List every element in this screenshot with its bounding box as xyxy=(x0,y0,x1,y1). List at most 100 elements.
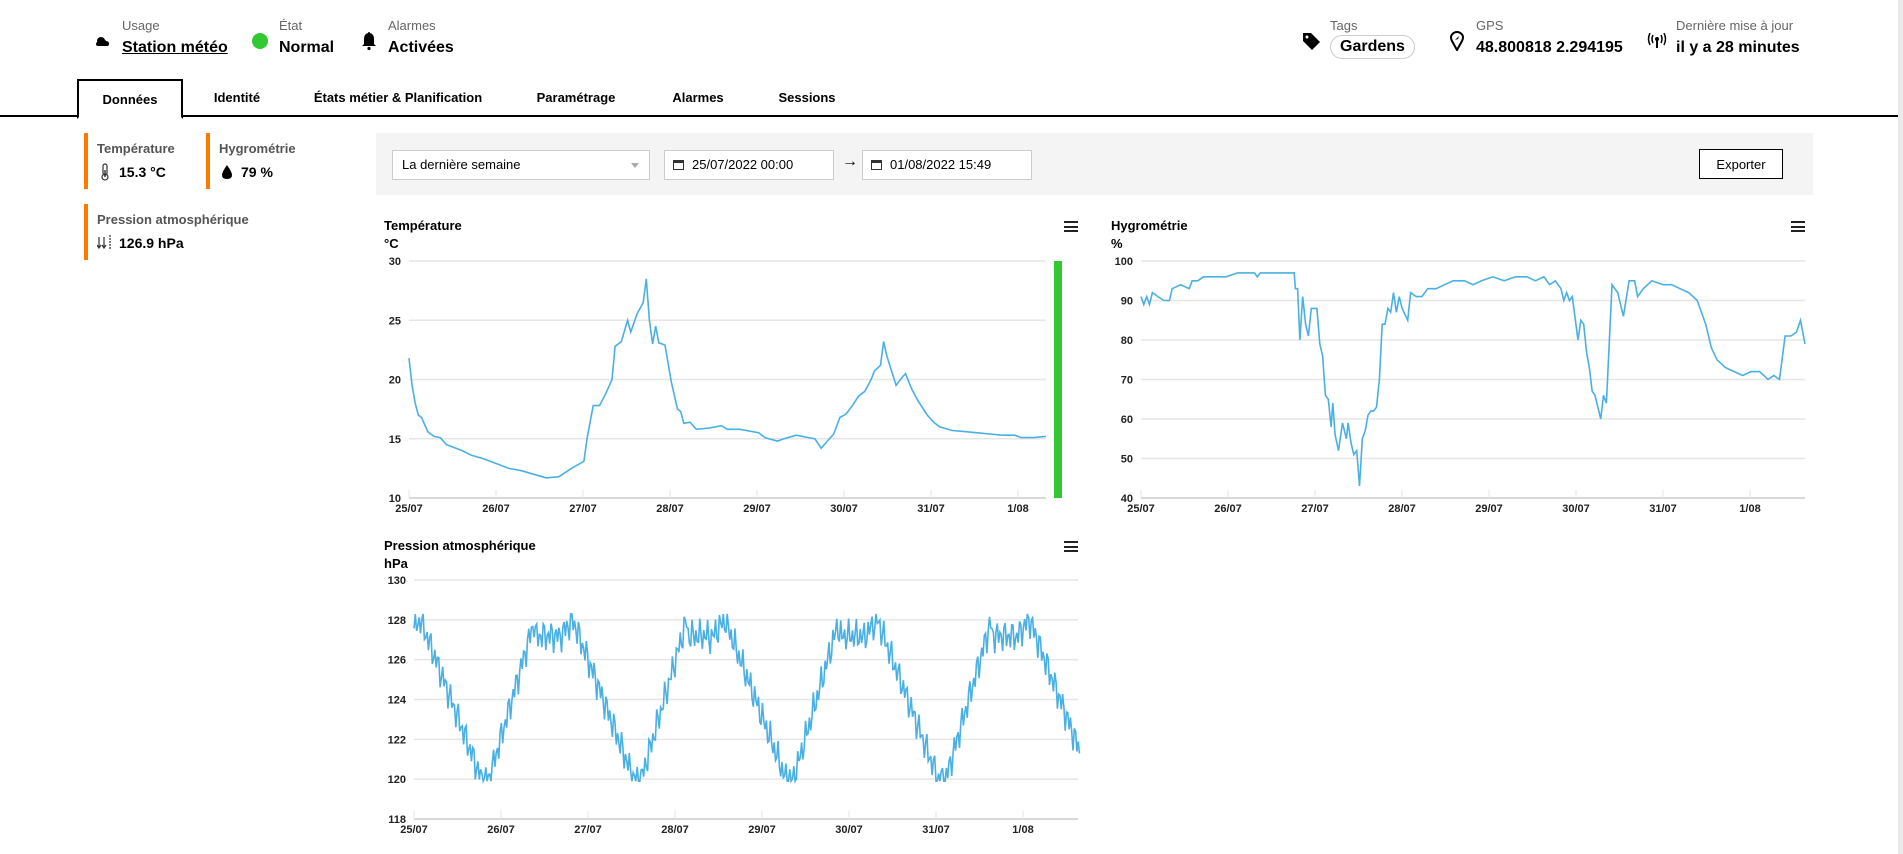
status-dot-icon xyxy=(249,30,271,52)
weather-cloud-icon xyxy=(92,30,114,52)
y-tick-label: 124 xyxy=(388,695,407,707)
usage-label: Usage xyxy=(122,18,160,33)
header-gps: GPS 48.800818 2.294195 xyxy=(1446,18,1623,59)
tab-alarmes[interactable]: Alarmes xyxy=(664,79,732,117)
antenna-icon xyxy=(1646,30,1668,52)
alarms-value: Activées xyxy=(388,39,454,56)
end-date-input[interactable]: 01/08/2022 15:49 xyxy=(862,150,1032,180)
kpi-hygrometrie: Hygrométrie 79 % xyxy=(206,133,306,189)
status-bar xyxy=(1054,261,1062,498)
y-tick-label: 128 xyxy=(388,615,406,627)
last-update-label: Dernière mise à jour xyxy=(1676,18,1794,33)
kpi-pression: Pression atmosphérique 126.9 hPa xyxy=(84,204,284,260)
end-date-value: 01/08/2022 15:49 xyxy=(890,157,992,172)
data-series-line xyxy=(413,613,1081,784)
state-value: Normal xyxy=(279,39,335,56)
x-tick-label: 26/07 xyxy=(482,503,510,515)
pression-chart: Pression atmosphérique hPa 118 120 122 124 1… xyxy=(384,538,1084,848)
y-tick-label: 20 xyxy=(389,375,401,387)
y-tick-label: 15 xyxy=(389,434,401,446)
x-tick-label: 31/07 xyxy=(1649,503,1677,515)
last-update-value: il y a 28 minutes xyxy=(1676,39,1800,56)
arrow-right-icon: → xyxy=(842,153,858,170)
y-tick-label: 60 xyxy=(1121,414,1133,426)
drop-icon xyxy=(219,163,235,181)
bell-icon xyxy=(358,30,380,52)
x-tick-label: 30/07 xyxy=(1562,503,1590,515)
calendar-icon xyxy=(673,160,684,170)
x-tick-label: 29/07 xyxy=(743,503,771,515)
x-tick-label: 29/07 xyxy=(1475,503,1503,515)
y-tick-label: 90 xyxy=(1121,296,1133,308)
pressure-icon xyxy=(97,234,113,252)
tab-etats-metier-planification[interactable]: États métier & Planification xyxy=(306,79,490,117)
kpi-pression-value: 126.9 hPa xyxy=(119,235,184,251)
map-pin-icon xyxy=(1446,30,1468,52)
header-usage: Usage Station météo xyxy=(92,18,228,59)
x-tick-label: 25/07 xyxy=(400,824,428,836)
hygrometrie-chart: Hygrométrie % 40 50 60 70 80 90 100 25/07 26/07 2… xyxy=(1111,218,1811,518)
temperature-plot: 101520253025/07 26/07 27/07 28/07 29/07 30/07… xyxy=(389,256,1062,515)
x-tick-label: 1/08 xyxy=(1739,503,1760,515)
header-last-update: Dernière mise à jour il y a 28 minutes xyxy=(1646,18,1800,59)
data-series-line xyxy=(408,278,1047,479)
gps-value: 48.800818 2.294195 xyxy=(1476,39,1623,56)
export-button[interactable]: Exporter xyxy=(1699,149,1783,179)
x-tick-label: 31/07 xyxy=(917,503,945,515)
y-tick-label: 122 xyxy=(388,734,406,746)
y-tick-label: 120 xyxy=(388,774,406,786)
y-tick-label: 80 xyxy=(1121,335,1133,347)
kpi-temperature-label: Température xyxy=(97,141,175,156)
pression-plot: 11812012212412612813025/07 26/07 27/07 28/0… xyxy=(388,575,1081,836)
x-tick-label: 27/07 xyxy=(574,824,602,836)
x-tick-label: 28/07 xyxy=(661,824,689,836)
tab-bar: Données Identité États métier & Planific… xyxy=(0,79,1898,119)
header-state: État Normal xyxy=(249,18,334,59)
state-label: État xyxy=(279,18,303,33)
kpi-hygrometrie-label: Hygrométrie xyxy=(219,141,296,156)
calendar-icon xyxy=(871,160,882,170)
y-tick-label: 30 xyxy=(389,256,401,268)
tags-label: Tags xyxy=(1330,18,1358,33)
header-alarms: Alarmes Activées xyxy=(358,18,454,59)
x-tick-label: 28/07 xyxy=(1388,503,1416,515)
y-tick-label: 130 xyxy=(388,575,406,587)
x-tick-label: 30/07 xyxy=(835,824,863,836)
tab-parametrage[interactable]: Paramétrage xyxy=(530,79,622,117)
x-tick-label: 25/07 xyxy=(395,503,423,515)
start-date-input[interactable]: 25/07/2022 00:00 xyxy=(664,150,834,180)
x-tick-label: 28/07 xyxy=(656,503,684,515)
x-tick-label: 30/07 xyxy=(830,503,858,515)
tag-icon xyxy=(1300,30,1322,52)
tab-donnees[interactable]: Données xyxy=(77,79,183,119)
y-tick-label: 50 xyxy=(1121,454,1133,466)
kpi-hygrometrie-value: 79 % xyxy=(241,164,273,180)
tab-sessions[interactable]: Sessions xyxy=(774,79,840,117)
period-select-value: La dernière semaine xyxy=(402,157,521,172)
x-tick-label: 31/07 xyxy=(922,824,950,836)
tab-identite[interactable]: Identité xyxy=(202,79,272,117)
y-tick-label: 25 xyxy=(389,315,401,327)
x-tick-label: 26/07 xyxy=(487,824,515,836)
usage-value-link[interactable]: Station météo xyxy=(122,37,228,59)
x-tick-label: 25/07 xyxy=(1127,503,1155,515)
header-tags: Tags Gardens xyxy=(1300,18,1415,59)
x-tick-label: 27/07 xyxy=(569,503,597,515)
gps-label: GPS xyxy=(1476,18,1504,33)
x-tick-label: 1/08 xyxy=(1012,824,1033,836)
temperature-chart: Température °C 10 15 20 25 30 25/07 26/07 27/07… xyxy=(384,218,1084,518)
x-tick-label: 27/07 xyxy=(1301,503,1329,515)
page-scrollbar[interactable] xyxy=(1898,0,1903,854)
kpi-temperature: Température 15.3 °C xyxy=(84,133,202,189)
tag-pill-gardens[interactable]: Gardens xyxy=(1330,35,1415,59)
y-tick-label: 70 xyxy=(1121,375,1133,387)
period-select[interactable]: La dernière semaine xyxy=(392,150,650,180)
filter-bar: La dernière semaine 25/07/2022 00:00 → 0… xyxy=(376,133,1813,195)
hygrometrie-plot: 40506070809010025/07 26/07 27/07 28/07 29/07… xyxy=(1115,256,1806,515)
y-tick-label: 126 xyxy=(388,655,406,667)
thermometer-icon xyxy=(97,163,113,181)
alarms-label: Alarmes xyxy=(388,18,436,33)
kpi-pression-label: Pression atmosphérique xyxy=(97,212,249,227)
x-tick-label: 1/08 xyxy=(1007,503,1028,515)
kpi-temperature-value: 15.3 °C xyxy=(119,164,166,180)
